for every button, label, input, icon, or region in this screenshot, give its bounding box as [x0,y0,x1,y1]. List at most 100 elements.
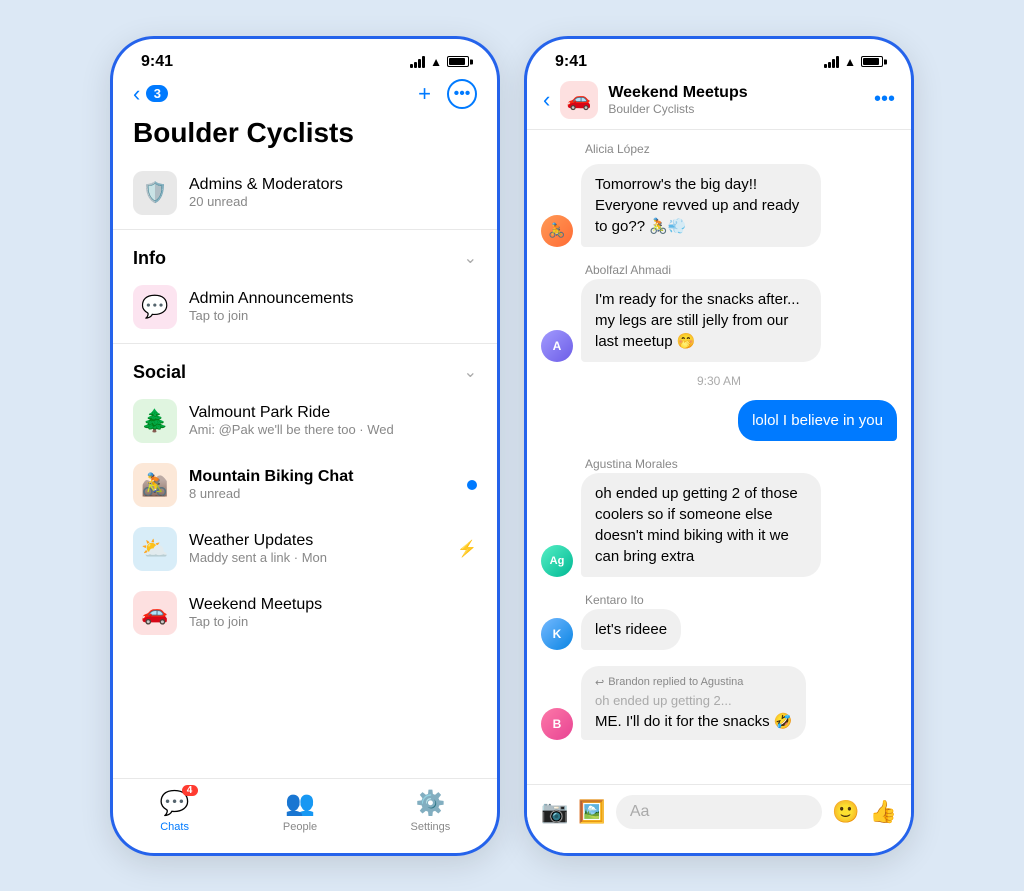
left-phone: 9:41 ▲ ‹ 3 + ••• [110,36,500,856]
back-button[interactable]: ‹ [133,81,140,107]
chat-header: ‹ 🚗 Weekend Meetups Boulder Cyclists ••• [527,75,911,130]
photo-icon[interactable]: 🖼️ [578,799,605,825]
avatar-abolfazl: A [541,330,573,362]
bottom-nav: 💬 4 Chats 👥 People ⚙️ Settings [113,778,497,853]
right-status-time: 9:41 [555,53,587,71]
settings-icon: ⚙️ [415,789,445,818]
right-status-bar: 9:41 ▲ [527,39,911,75]
social-section-title: Social [133,362,186,383]
admin-unread: 20 unread [189,194,343,209]
new-channel-button[interactable]: + [418,81,431,107]
mountain-biking-name: Mountain Biking Chat [189,468,455,486]
admin-announcements-sub: Tap to join [189,308,477,323]
bubble-abolfazl: I'm ready for the snacks after... my leg… [581,279,821,362]
mountain-biking-item[interactable]: 🚵 Mountain Biking Chat 8 unread [113,453,497,517]
bubble-kentaro: let's rideee [581,609,681,650]
bubble-alicia: Tomorrow's the big day!! Everyone revved… [581,164,821,247]
message-input[interactable]: Aa [616,795,822,829]
bubble-agustina: oh ended up getting 2 of those coolers s… [581,473,821,577]
weather-updates-sub: Maddy sent a link · Mon [189,550,445,565]
left-header: ‹ 3 + ••• [113,75,497,117]
sender-abolfazl: Abolfazl Ahmadi [541,263,897,277]
input-bar: 📷 🖼️ Aa 🙂 👍 [527,784,911,853]
weekend-meetups-sub: Tap to join [189,614,477,629]
msg-brandon: B ↩ Brandon replied to Agustina oh ended… [541,666,897,740]
reply-header-text: Brandon replied to Agustina [608,676,743,688]
weather-updates-item[interactable]: ⛅ Weather Updates Maddy sent a link · Mo… [113,517,497,581]
messages-area: Alicia López 🚴 Tomorrow's the big day!! … [527,130,911,784]
msg-kentaro: K let's rideee [541,609,897,650]
avatar-agustina: Ag [541,545,573,577]
valmount-item[interactable]: 🌲 Valmount Park Ride Ami: @Pak we'll be … [113,389,497,453]
wifi-icon: ▲ [430,55,442,69]
muted-icon: ⚡ [457,539,477,559]
chat-group-name: Weekend Meetups [608,84,864,102]
avatar-brandon: B [541,708,573,740]
info-section-header: Info ⌄ [113,234,497,275]
chat-more-button[interactable]: ••• [874,88,895,111]
back-badge: 3 [146,85,168,102]
battery-icon [447,56,469,67]
mountain-biking-sub: 8 unread [189,486,455,501]
left-status-time: 9:41 [141,53,173,71]
valmount-sub: Ami: @Pak we'll be there too · Wed [189,422,477,437]
weekend-meetups-icon: 🚗 [133,591,177,635]
reply-header: ↩ Brandon replied to Agustina [595,676,792,689]
reply-bubble-brandon: ↩ Brandon replied to Agustina oh ended u… [581,666,806,740]
admin-announcements-item[interactable]: 💬 Admin Announcements Tap to join [113,275,497,339]
msg-abolfazl: A I'm ready for the snacks after... my l… [541,279,897,362]
community-title: Boulder Cyclists [113,117,497,161]
sender-alicia: Alicia López [541,142,897,156]
avatar-kentaro: K [541,618,573,650]
chat-group-icon: 🚗 [560,81,598,119]
emoji-icon[interactable]: 🙂 [832,799,859,825]
unread-dot [467,480,477,490]
right-wifi-icon: ▲ [844,55,856,69]
msg-sent: lolol I believe in you [541,400,897,441]
right-signal-icon [824,56,839,68]
nav-settings[interactable]: ⚙️ Settings [411,789,451,833]
sender-agustina: Agustina Morales [541,457,897,471]
reply-text: ME. I'll do it for the snacks 🤣 [595,712,792,730]
mountain-biking-icon: 🚵 [133,463,177,507]
left-status-bar: 9:41 ▲ [113,39,497,75]
signal-icon [410,56,425,68]
bubble-sent: lolol I believe in you [738,400,897,441]
divider [113,229,497,230]
valmount-icon: 🌲 [133,399,177,443]
msg-alicia: 🚴 Tomorrow's the big day!! Everyone revv… [541,164,897,247]
nav-people[interactable]: 👥 People [283,789,317,833]
admin-announcements-name: Admin Announcements [189,290,477,308]
msg-brandon-container: B ↩ Brandon replied to Agustina oh ended… [541,666,897,740]
settings-label: Settings [411,821,451,833]
social-chevron-icon[interactable]: ⌄ [464,362,477,382]
msg-agustina: Ag oh ended up getting 2 of those cooler… [541,473,897,577]
social-section-header: Social ⌄ [113,348,497,389]
reply-quote: oh ended up getting 2... [595,693,792,708]
weather-updates-name: Weather Updates [189,532,445,550]
weather-updates-icon: ⛅ [133,527,177,571]
weekend-meetups-item[interactable]: 🚗 Weekend Meetups Tap to join [113,581,497,645]
thumbs-up-icon[interactable]: 👍 [870,799,897,825]
right-phone: 9:41 ▲ ‹ 🚗 Weekend Meetups Boulder Cycli… [524,36,914,856]
people-icon: 👥 [285,789,315,818]
chats-icon: 💬 4 [160,789,190,818]
admin-announcements-icon: 💬 [133,285,177,329]
nav-chats[interactable]: 💬 4 Chats [160,789,190,833]
reply-icon: ↩ [595,676,604,689]
chats-badge: 4 [182,785,198,796]
time-divider: 9:30 AM [541,368,897,394]
sender-kentaro: Kentaro Ito [541,593,897,607]
admin-row[interactable]: 🛡️ Admins & Moderators 20 unread [113,161,497,225]
more-options-button[interactable]: ••• [447,79,477,109]
right-status-icons: ▲ [824,55,883,69]
ellipsis-icon: ••• [454,85,471,103]
input-placeholder: Aa [630,803,650,821]
info-section-title: Info [133,248,166,269]
camera-icon[interactable]: 📷 [541,799,568,825]
admin-icon: 🛡️ [133,171,177,215]
people-label: People [283,821,317,833]
info-chevron-icon[interactable]: ⌄ [464,248,477,268]
weekend-meetups-name: Weekend Meetups [189,596,477,614]
chat-back-button[interactable]: ‹ [543,87,550,113]
